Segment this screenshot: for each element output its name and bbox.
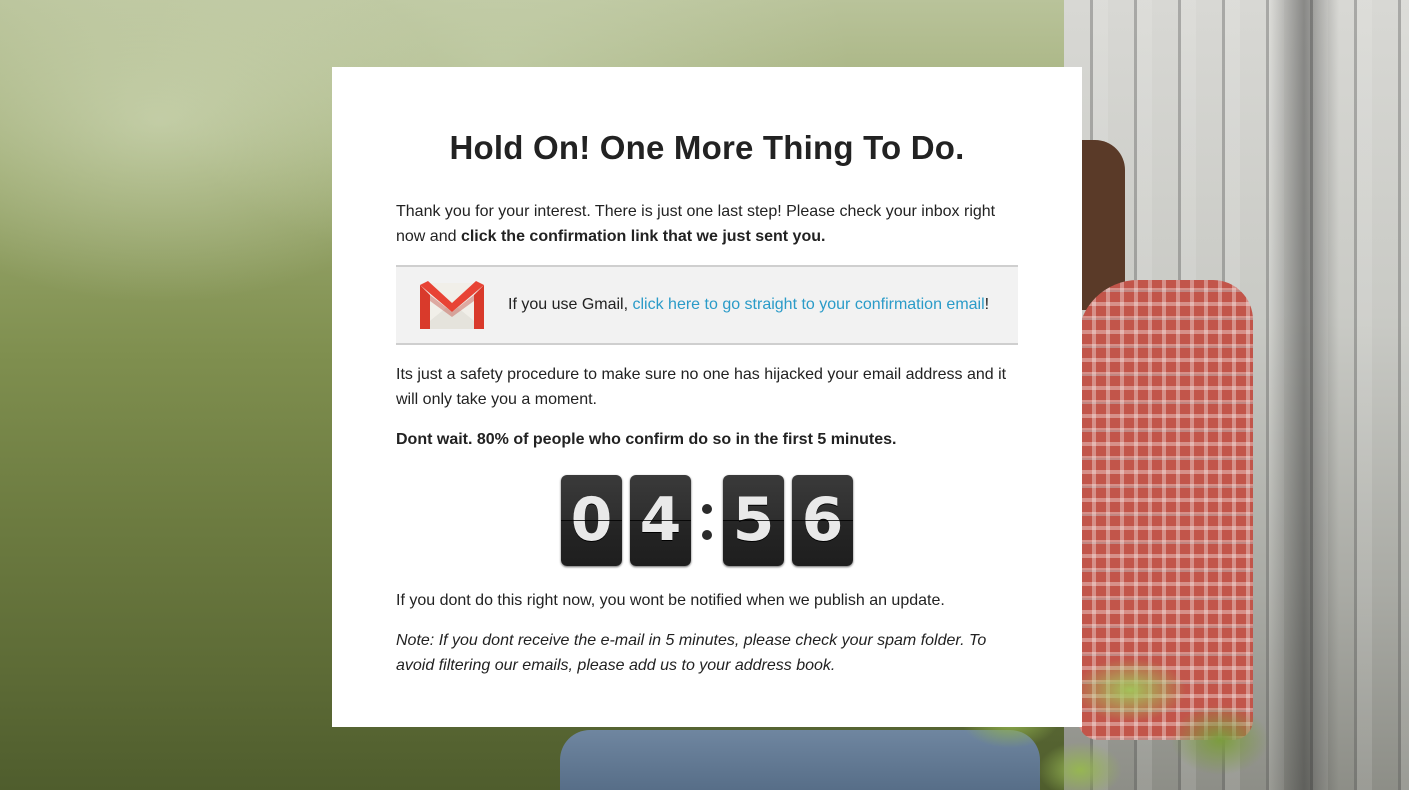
gmail-prefix: If you use Gmail, bbox=[508, 296, 633, 313]
intro-bold-text: click the confirmation link that we just… bbox=[460, 228, 826, 245]
countdown-timer: 0 4 5 6 bbox=[396, 474, 1018, 566]
gmail-confirmation-link[interactable]: click here to go straight to your confir… bbox=[633, 296, 985, 313]
countdown-digit-seconds-ones: 6 bbox=[792, 474, 853, 566]
gmail-icon bbox=[420, 281, 484, 329]
intro-paragraph: Thank you for your interest. There is ju… bbox=[396, 199, 1018, 249]
gmail-suffix: ! bbox=[984, 296, 990, 313]
urgency-paragraph: Dont wait. 80% of people who confirm do … bbox=[396, 431, 897, 448]
countdown-digit-minutes-tens: 0 bbox=[561, 474, 622, 566]
countdown-digit-seconds-tens: 5 bbox=[723, 474, 784, 566]
countdown-digit-minutes-ones: 4 bbox=[630, 474, 691, 566]
gmail-message: If you use Gmail, click here to go strai… bbox=[508, 296, 989, 314]
countdown-separator bbox=[697, 475, 717, 566]
confirmation-modal: Hold On! One More Thing To Do. Thank you… bbox=[332, 67, 1082, 727]
warning-paragraph: If you dont do this right now, you wont … bbox=[396, 592, 945, 609]
gmail-callout: If you use Gmail, click here to go strai… bbox=[396, 265, 1018, 345]
page-title: Hold On! One More Thing To Do. bbox=[449, 129, 965, 166]
spam-note: Note: If you dont receive the e-mail in … bbox=[396, 632, 987, 674]
safety-paragraph: Its just a safety procedure to make sure… bbox=[396, 366, 1007, 408]
